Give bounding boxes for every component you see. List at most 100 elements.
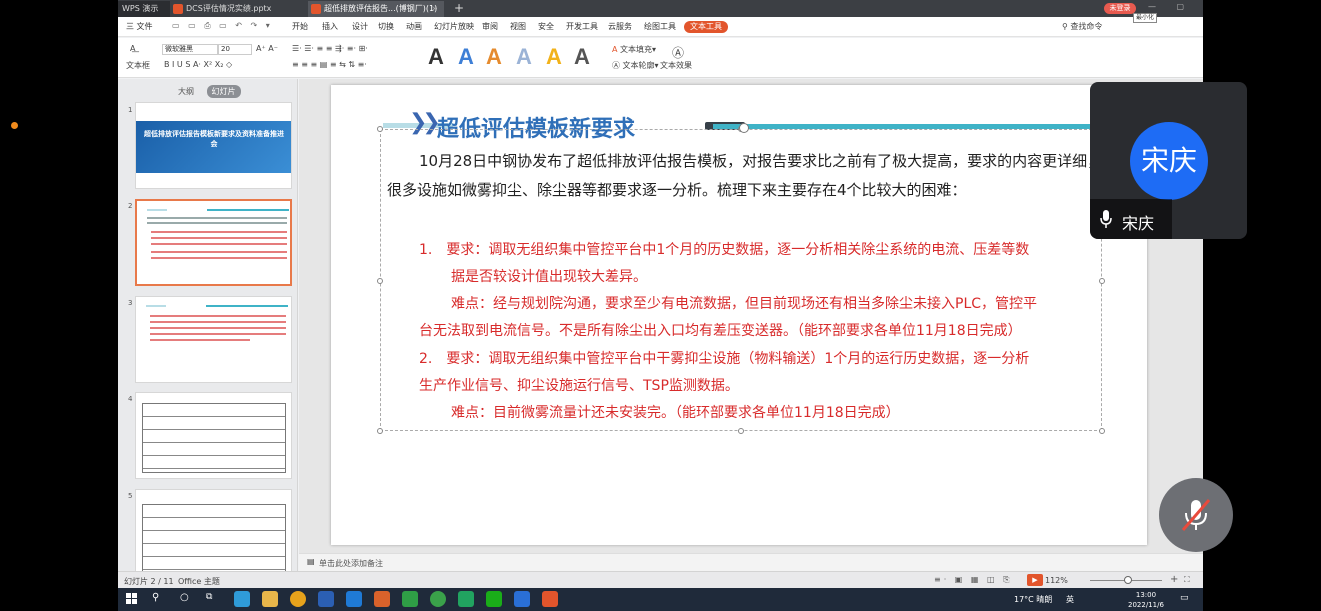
chrome-icon[interactable] [290,591,306,607]
menu-view[interactable]: 视图 [510,21,526,32]
resize-handle[interactable] [377,428,383,434]
wps-home-tab[interactable]: WPS 演示 [118,1,170,17]
resize-handle[interactable] [377,126,383,132]
paragraph-icons-row1[interactable]: ☰· ☰· ≡ ≡ ⇶· ≡· ⊞· [292,44,368,53]
notes-area[interactable]: ▤ 单击此处添加备注 [299,553,1203,571]
thumb-line [147,217,287,219]
requirement-1: 1. 要求：调取无组织集中管控平台中1个月的历史数据，逐一分析相关除尘系统的电流… [419,242,1030,258]
font-name-select[interactable]: 微软雅黑 [162,44,218,55]
text-effect-button[interactable]: 文本效果 [660,60,692,71]
thumb-deco [207,209,289,211]
fit-window-icon[interactable]: ⛶ [1184,575,1190,585]
slide-number: 4 [128,395,133,403]
zoom-in-icon[interactable]: + [1170,574,1178,585]
thumb-deco [147,209,167,211]
text-style-yellow[interactable]: A [546,44,562,70]
app-icon[interactable] [430,591,446,607]
menu-security[interactable]: 安全 [538,21,554,32]
document-tab-dcs[interactable]: DCS评估情况实绩.pptx [170,1,306,17]
mute-toggle-button[interactable] [1159,478,1233,552]
menu-insert[interactable]: 插入 [322,21,338,32]
system-clock[interactable]: 13:00 2022/11/6 [1128,590,1164,610]
recording-indicator-dot [11,122,18,129]
menu-file[interactable]: 三 文件 [126,21,153,32]
slide-thumbnail-2-selected[interactable] [135,199,292,286]
ie-icon[interactable] [346,591,362,607]
edge-browser-icon[interactable] [234,591,250,607]
textbox-button[interactable]: 文本框 [126,60,150,71]
rotate-handle[interactable] [739,123,749,133]
resize-handle[interactable] [377,278,383,284]
task-view-icon[interactable]: ⧉ [206,592,212,602]
cortana-icon[interactable]: ○ [180,592,189,603]
input-method-indicator[interactable]: 英 [1066,594,1076,605]
menu-transition[interactable]: 切换 [378,21,394,32]
login-button[interactable]: 未登录 [1104,3,1136,14]
thumb-table [142,504,286,574]
current-slide[interactable]: ❯❯ 超低评估模板新要求 10月28日中钢协发布了超低排放评估报告模板，对报告要… [331,85,1147,545]
tab-slides[interactable]: 幻灯片 [206,85,241,98]
text-fill-button[interactable]: A 文本填充▾ [612,44,656,55]
view-mode-icons[interactable]: ≡· ▣ ▦ ◫ ⎘ [934,575,1013,585]
resize-handle[interactable] [738,428,744,434]
menu-slideshow[interactable]: 幻灯片放映 [434,21,474,32]
notes-placeholder: 单击此处添加备注 [319,559,383,568]
weather-widget[interactable]: 17°C 晴朗 [1014,594,1052,605]
resize-handle[interactable] [1099,428,1105,434]
app-icon[interactable] [458,591,474,607]
thumb-line [151,243,287,245]
ppt-file-icon [311,4,321,14]
menu-review[interactable]: 审阅 [482,21,498,32]
text-outline-button[interactable]: Ⓐ 文本轮廓▾ [612,60,659,71]
slide-thumbnail-5[interactable] [135,489,292,576]
wps-icon[interactable] [374,591,390,607]
font-size-select[interactable]: 20 [218,44,252,55]
text-style-gray[interactable]: A [574,44,590,70]
close-tab-icon[interactable]: × [431,1,438,16]
menu-cloud[interactable]: 云服务 [608,21,632,32]
text-effect-icon: Ⓐ [672,46,685,60]
menu-text-tools[interactable]: 文本工具 [684,21,728,33]
resize-handle[interactable] [1099,278,1105,284]
font-format-icons[interactable]: B I U S A· X² X₂ ◇ [164,60,232,69]
document-tab-active[interactable]: 超低排放评估报告...(博钢厂)(1) × [308,1,444,17]
menu-animation[interactable]: 动画 [406,21,422,32]
windows-start-icon[interactable] [126,593,138,605]
menu-design[interactable]: 设计 [352,21,368,32]
difficulty-1: 难点：经与规划院沟通，要求至少有电流数据，但目前现场还有相当多除尘未接入PLC，… [451,296,1038,312]
slide-thumbnail-4[interactable] [135,392,292,479]
search-icon[interactable]: ⚲ [152,592,159,603]
wechat-icon[interactable] [486,591,502,607]
slide-thumbnail-1[interactable]: 超低排放评估报告模板新要求及资料准备推进会 [135,102,292,189]
difficulty-1-cont: 台无法取到电流信号。不是所有除尘出入口均有差压变送器。（能环部要求各单位11月1… [419,323,1022,339]
word-icon[interactable] [318,591,334,607]
slide-count: 幻灯片 2 / 11 [124,577,174,586]
tab-outline[interactable]: 大纲 [178,87,194,96]
new-tab-button[interactable]: + [454,0,464,16]
slide-thumbnail-3[interactable] [135,296,292,383]
zoom-level[interactable]: 112% [1045,576,1068,585]
theme-name: Office 主题 [178,577,220,586]
zoom-slider-knob[interactable] [1124,576,1132,584]
file-explorer-icon[interactable] [262,591,278,607]
text-style-light-blue[interactable]: A [516,44,532,70]
play-slideshow-button[interactable]: ▶ [1027,574,1043,586]
text-style-blue[interactable]: A [458,44,474,70]
menu-drawing-tools[interactable]: 绘图工具 [644,21,676,32]
wps-presentation-icon[interactable] [542,591,558,607]
thumb-line [150,333,286,335]
font-grow-shrink-icons[interactable]: A⁺ A⁻ [256,44,278,53]
microphone-icon [1100,210,1112,228]
text-style-black[interactable]: A [428,44,444,70]
notification-icon[interactable]: ▭ [1180,593,1189,603]
wps-sheet-icon[interactable] [402,591,418,607]
meeting-participant-tile[interactable]: 宋庆 宋庆 [1090,82,1247,239]
paragraph-icons-row2[interactable]: ≡ ≡ ≡ ▤ ≡ ⇆ ⇅ ≡· [292,60,367,69]
meeting-app-icon[interactable] [514,591,530,607]
clock-date: 2022/11/6 [1128,601,1164,609]
quick-access-icons[interactable]: ▭ ▭ ⎙ ▭ ↶ ↷ ▾ [172,21,273,31]
menu-home[interactable]: 开始 [292,21,308,32]
menu-developer[interactable]: 开发工具 [566,21,598,32]
text-style-orange[interactable]: A [486,44,502,70]
search-command[interactable]: ⚲ 查找命令 [1062,21,1102,32]
